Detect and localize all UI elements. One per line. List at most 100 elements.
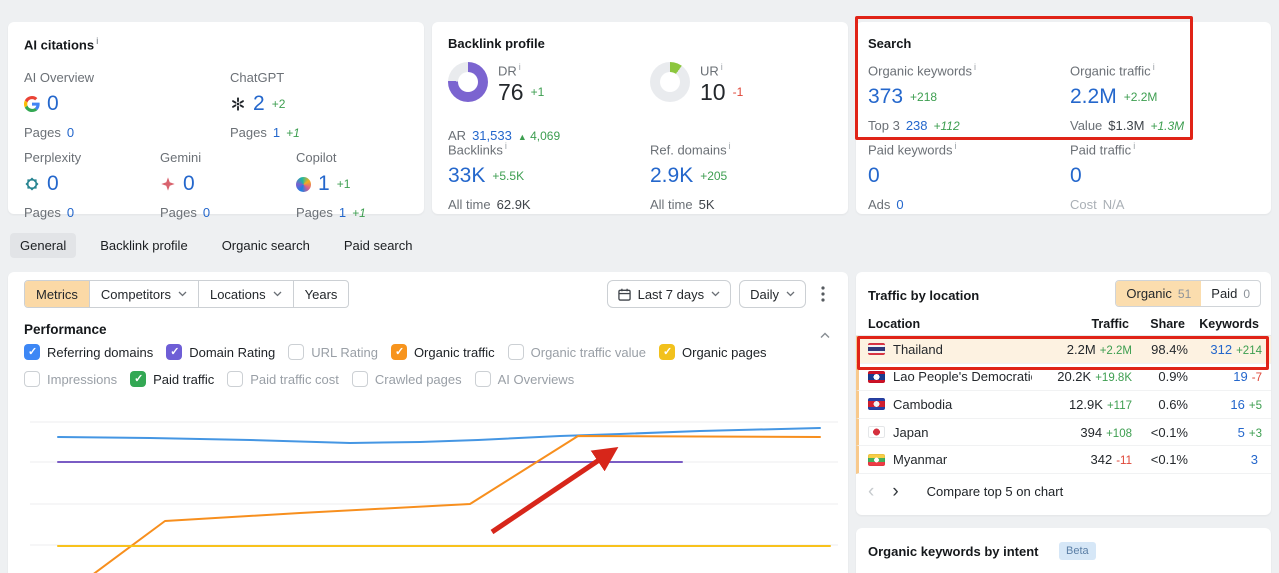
metrics-filter-button[interactable]: Metrics xyxy=(25,281,89,307)
info-icon[interactable]: i xyxy=(96,36,99,46)
location-keywords: 5 +3 xyxy=(1237,424,1262,440)
checkbox-box-icon xyxy=(507,344,524,360)
metric-checkbox[interactable]: Organic traffic value xyxy=(507,344,646,360)
google-icon xyxy=(24,96,40,112)
location-name: Thailand xyxy=(893,341,943,357)
checkbox-box-icon xyxy=(474,371,491,387)
backlink-profile-title: Backlink profile xyxy=(448,36,545,51)
location-name: Lao People's Democratic Reput xyxy=(893,369,1032,385)
chevron-down-icon xyxy=(786,291,795,297)
metric-checkbox[interactable]: Organic pages xyxy=(659,344,767,360)
checkbox-label: Paid traffic cost xyxy=(250,371,339,387)
gemini-metric: Gemini 0 Pages 0 xyxy=(160,150,211,220)
info-icon[interactable]: i xyxy=(974,62,976,72)
metric-checkbox[interactable]: Organic traffic xyxy=(390,344,495,360)
paid-toggle-button[interactable]: Paid 0 xyxy=(1201,281,1260,306)
copilot-icon xyxy=(296,176,311,192)
info-icon[interactable]: i xyxy=(505,141,507,151)
metric-checkbox[interactable]: URL Rating xyxy=(288,344,378,360)
years-filter-button[interactable]: Years xyxy=(292,281,349,307)
info-icon[interactable]: i xyxy=(955,141,957,151)
dashboard-page: AI citations i AI Overview 0 Pages 0 ChatG… xyxy=(0,0,1279,573)
paid-traffic-metric: Paid traffic i 0 Cost N/A xyxy=(1070,141,1136,213)
metric-checkbox[interactable]: Domain Rating xyxy=(166,344,275,360)
performance-card: Metrics Competitors Locations Years Last… xyxy=(8,272,848,573)
checkbox-box-icon xyxy=(24,371,40,387)
backlinks-metric: Backlinks i 33K +5.5K All time 62.9K xyxy=(448,141,531,213)
chevron-down-icon xyxy=(711,291,720,297)
calendar-icon xyxy=(617,288,631,301)
domain-rating-metric: DR i 76 +1 xyxy=(448,62,544,105)
location-traffic: 394 +108 xyxy=(1080,424,1132,440)
metric-checkbox[interactable]: Paid traffic cost xyxy=(227,371,339,387)
location-row[interactable]: Japan 394 +108 <0.1% 5 +3 xyxy=(856,418,1271,447)
perplexity-metric: Perplexity 0 Pages 0 xyxy=(24,150,82,220)
next-page-icon[interactable]: › xyxy=(892,482,898,501)
perplexity-icon xyxy=(25,177,39,191)
dr-value: 76 xyxy=(498,78,524,105)
traffic-by-location-title: Traffic by location xyxy=(868,288,980,303)
dr-donut-chart xyxy=(448,62,488,102)
chatgpt-icon xyxy=(232,97,244,111)
keywords-by-intent-title: Organic keywords by intent xyxy=(868,544,1039,559)
checkbox-label: Paid traffic xyxy=(153,371,215,387)
location-name: Myanmar xyxy=(893,452,948,468)
performance-line-chart[interactable] xyxy=(8,392,848,573)
annotation-arrow xyxy=(490,447,619,535)
checkbox-label: Impressions xyxy=(47,371,118,387)
country-flag-icon xyxy=(868,343,885,356)
location-table-rows: Thailand 2.2M +2.2M 98.4% 312 +214 Lao Peo… xyxy=(856,336,1271,474)
tab-paid-search[interactable]: Paid search xyxy=(334,233,423,258)
tab-organic-search[interactable]: Organic search xyxy=(212,233,320,258)
competitors-filter-button[interactable]: Competitors xyxy=(88,281,198,307)
checkbox-label: Organic traffic value xyxy=(530,344,646,360)
checkbox-box-icon xyxy=(130,371,147,387)
organic-keywords-metric: Organic keywords i 373 +218 Top 3 238 +112 xyxy=(868,62,977,134)
checkbox-box-icon xyxy=(659,344,675,360)
metric-checkbox[interactable]: Crawled pages xyxy=(351,371,462,387)
location-row[interactable]: Lao People's Democratic Reput 20.2K+19.8… xyxy=(856,363,1271,392)
organic-toggle-button[interactable]: Organic 51 xyxy=(1116,281,1202,306)
checkbox-box-icon xyxy=(390,344,407,360)
paid-keywords-value: 0 xyxy=(868,164,880,188)
tab-backlink-profile[interactable]: Backlink profile xyxy=(90,233,197,258)
metric-checkbox[interactable]: Referring domains xyxy=(24,344,153,360)
metric-checkbox[interactable]: Impressions xyxy=(24,371,117,387)
metric-checkbox[interactable]: AI Overviews xyxy=(474,371,574,387)
checkbox-label: URL Rating xyxy=(311,344,378,360)
date-range-button[interactable]: Last 7 days xyxy=(606,280,732,308)
checkbox-label: Crawled pages xyxy=(374,371,462,387)
compare-top5-link[interactable]: Compare top 5 on chart xyxy=(927,484,1064,499)
tab-general[interactable]: General xyxy=(10,233,77,258)
filter-segments: Metrics Competitors Locations Years xyxy=(24,280,350,308)
paid-traffic-value: 0 xyxy=(1070,164,1082,188)
copilot-value: 1 xyxy=(318,172,330,195)
info-icon[interactable]: i xyxy=(729,141,731,151)
location-row[interactable]: Thailand 2.2M +2.2M 98.4% 312 +214 xyxy=(856,336,1271,364)
location-table-header: Location Traffic Share Keywords xyxy=(856,312,1271,336)
info-icon[interactable]: i xyxy=(519,62,521,72)
info-icon[interactable]: i xyxy=(721,62,723,72)
checkbox-box-icon xyxy=(227,371,244,387)
location-share: 0.6% xyxy=(1158,396,1188,412)
locations-filter-button[interactable]: Locations xyxy=(197,281,293,307)
metric-checkbox[interactable]: Paid traffic xyxy=(130,371,214,387)
ai-overview-metric: AI Overview 0 Pages 0 xyxy=(24,70,95,140)
checkbox-box-icon xyxy=(288,344,305,360)
granularity-button[interactable]: Daily xyxy=(739,280,806,308)
location-share: <0.1% xyxy=(1150,424,1188,440)
more-options-kebab-icon[interactable] xyxy=(814,284,832,304)
info-icon[interactable]: i xyxy=(1133,141,1135,151)
checkbox-box-icon xyxy=(351,371,368,387)
info-icon[interactable]: i xyxy=(1153,62,1155,72)
prev-page-icon[interactable]: ‹ xyxy=(868,482,874,501)
collapse-chevron-up-icon[interactable] xyxy=(820,326,830,344)
chevron-down-icon xyxy=(273,291,282,297)
location-row[interactable]: Cambodia 12.9K +117 0.6% 16 +5 xyxy=(856,391,1271,419)
location-row[interactable]: Myanmar 342 -11 <0.1% 3 xyxy=(856,446,1271,474)
location-pagination: ‹ › Compare top 5 on chart xyxy=(868,482,1063,501)
location-share: 98.4% xyxy=(1151,341,1188,357)
ref-domains-value: 2.9K xyxy=(650,164,694,188)
performance-section-title: Performance xyxy=(24,322,107,337)
ai-citations-title: AI citations i xyxy=(24,36,99,53)
